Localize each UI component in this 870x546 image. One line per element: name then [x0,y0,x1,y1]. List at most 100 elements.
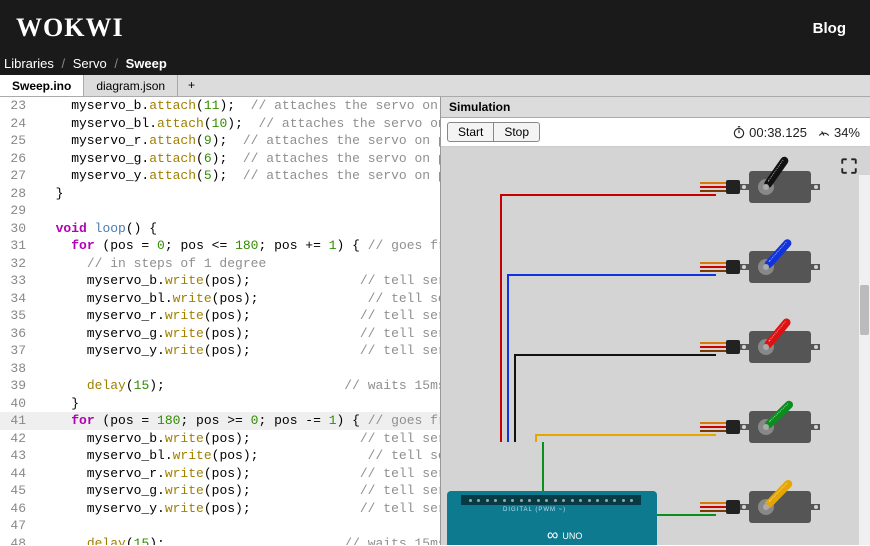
sim-cpu: 34% [817,125,860,140]
sim-scrollbar-thumb[interactable] [860,285,869,335]
line-number: 39 [0,377,40,395]
code-line-35[interactable]: 35 myservo_r.write(pos); // tell servo [0,307,440,325]
code-content[interactable]: delay(15); // waits 15ms fo [40,535,440,546]
breadcrumb-libraries[interactable]: Libraries [4,56,54,71]
arduino-digital-label: DIGITAL (PWM ~) [503,507,566,513]
code-content[interactable]: myservo_bl.write(pos); // tell servo [40,290,440,308]
code-content[interactable]: myservo_r.write(pos); // tell servo [40,307,440,325]
breadcrumb-current: Sweep [126,56,167,71]
line-number: 46 [0,500,40,518]
code-line-39[interactable]: 39 delay(15); // waits 15ms fo [0,377,440,395]
code-line-29[interactable]: 29 [0,202,440,220]
blog-link[interactable]: Blog [813,20,846,37]
logo[interactable]: WOKWI [16,13,124,43]
code-line-23[interactable]: 23 myservo_b.attach(11); // attaches the… [0,97,440,115]
code-line-41[interactable]: 41 for (pos = 180; pos >= 0; pos -= 1) {… [0,412,440,430]
breadcrumb-sep: / [61,56,65,71]
editor-tabs: Sweep.ino diagram.json + [0,75,870,97]
simulation-header: Simulation [441,97,870,118]
code-content[interactable]: void loop() { [40,220,440,238]
line-number: 38 [0,360,40,378]
tab-add-button[interactable]: + [178,75,205,96]
code-line-46[interactable]: 46 myservo_y.write(pos); // tell servo [0,500,440,518]
code-line-43[interactable]: 43 myservo_bl.write(pos); // tell servo [0,447,440,465]
code-content[interactable]: myservo_y.write(pos); // tell servo [40,500,440,518]
code-line-25[interactable]: 25 myservo_r.attach(9); // attaches the … [0,132,440,150]
code-content[interactable]: myservo_b.attach(11); // attaches the se… [40,97,440,115]
simulation-toolbar: Start Stop 00:38.125 34% [441,118,870,147]
code-content[interactable]: for (pos = 0; pos <= 180; pos += 1) { //… [40,237,440,255]
code-line-37[interactable]: 37 myservo_y.write(pos); // tell servo [0,342,440,360]
line-number: 23 [0,97,40,115]
tab-sweep-ino[interactable]: Sweep.ino [0,75,84,96]
arduino-board[interactable]: DIGITAL (PWM ~) ∞ UNO [447,491,657,545]
tab-diagram-json[interactable]: diagram.json [84,75,178,96]
code-content[interactable]: myservo_b.write(pos); // tell servo [40,430,440,448]
code-content[interactable]: myservo_g.write(pos); // tell servo [40,325,440,343]
line-number: 45 [0,482,40,500]
servo-screw [763,264,769,270]
line-number: 31 [0,237,40,255]
code-line-48[interactable]: 48 delay(15); // waits 15ms fo [0,535,440,546]
servo-3[interactable] [740,407,820,447]
code-line-45[interactable]: 45 myservo_g.write(pos); // tell servo [0,482,440,500]
code-content[interactable]: } [40,185,440,203]
code-content[interactable]: myservo_g.attach(6); // attaches the ser… [40,150,440,168]
stopwatch-icon [732,125,746,139]
code-line-30[interactable]: 30 void loop() { [0,220,440,238]
simulation-panel: Simulation Start Stop 00:38.125 34% [440,97,870,545]
code-content[interactable]: myservo_r.attach(9); // attaches the ser… [40,132,440,150]
start-button[interactable]: Start [447,122,494,142]
code-content[interactable]: } [40,395,440,413]
line-number: 28 [0,185,40,203]
code-content[interactable] [40,202,440,220]
code-line-40[interactable]: 40 } [0,395,440,413]
code-content[interactable]: delay(15); // waits 15ms fo [40,377,440,395]
code-content[interactable]: // in steps of 1 degree [40,255,440,273]
code-content[interactable] [40,517,440,535]
breadcrumb-servo[interactable]: Servo [73,56,107,71]
sim-scrollbar[interactable] [859,175,870,545]
servo-4[interactable] [740,487,820,527]
code-content[interactable]: myservo_y.attach(5); // attaches the ser… [40,167,440,185]
code-line-28[interactable]: 28 } [0,185,440,203]
code-line-47[interactable]: 47 [0,517,440,535]
code-content[interactable]: myservo_bl.attach(10); // attaches the s… [40,115,440,133]
code-content[interactable]: myservo_r.write(pos); // tell servo [40,465,440,483]
line-number: 32 [0,255,40,273]
arduino-digital-pins[interactable] [461,495,641,505]
line-number: 48 [0,535,40,546]
code-line-33[interactable]: 33 myservo_b.write(pos); // tell servo [0,272,440,290]
code-editor[interactable]: 23 myservo_b.attach(11); // attaches the… [0,97,440,545]
code-line-44[interactable]: 44 myservo_r.write(pos); // tell servo [0,465,440,483]
code-line-34[interactable]: 34 myservo_bl.write(pos); // tell servo [0,290,440,308]
code-line-36[interactable]: 36 myservo_g.write(pos); // tell servo [0,325,440,343]
code-content[interactable]: myservo_bl.write(pos); // tell servo [40,447,440,465]
code-line-31[interactable]: 31 for (pos = 0; pos <= 180; pos += 1) {… [0,237,440,255]
code-content[interactable]: myservo_g.write(pos); // tell servo [40,482,440,500]
line-number: 36 [0,325,40,343]
code-content[interactable]: myservo_b.write(pos); // tell servo [40,272,440,290]
code-line-42[interactable]: 42 myservo_b.write(pos); // tell servo [0,430,440,448]
fullscreen-icon[interactable] [840,157,858,175]
code-content[interactable] [40,360,440,378]
code-line-38[interactable]: 38 [0,360,440,378]
servo-screw [763,424,769,430]
servo-2[interactable] [740,327,820,367]
code-line-26[interactable]: 26 myservo_g.attach(6); // attaches the … [0,150,440,168]
wire [536,435,716,442]
servo-1[interactable] [740,247,820,287]
breadcrumb: Libraries / Servo / Sweep [0,56,870,75]
line-number: 33 [0,272,40,290]
code-line-32[interactable]: 32 // in steps of 1 degree [0,255,440,273]
main-split: 23 myservo_b.attach(11); // attaches the… [0,97,870,545]
stop-button[interactable]: Stop [493,122,540,142]
simulation-canvas[interactable]: DIGITAL (PWM ~) ∞ UNO [441,147,870,545]
code-content[interactable]: for (pos = 180; pos >= 0; pos -= 1) { //… [40,412,440,430]
code-line-27[interactable]: 27 myservo_y.attach(5); // attaches the … [0,167,440,185]
line-number: 44 [0,465,40,483]
servo-0[interactable] [740,167,820,207]
servo-screw [763,504,769,510]
code-content[interactable]: myservo_y.write(pos); // tell servo [40,342,440,360]
code-line-24[interactable]: 24 myservo_bl.attach(10); // attaches th… [0,115,440,133]
